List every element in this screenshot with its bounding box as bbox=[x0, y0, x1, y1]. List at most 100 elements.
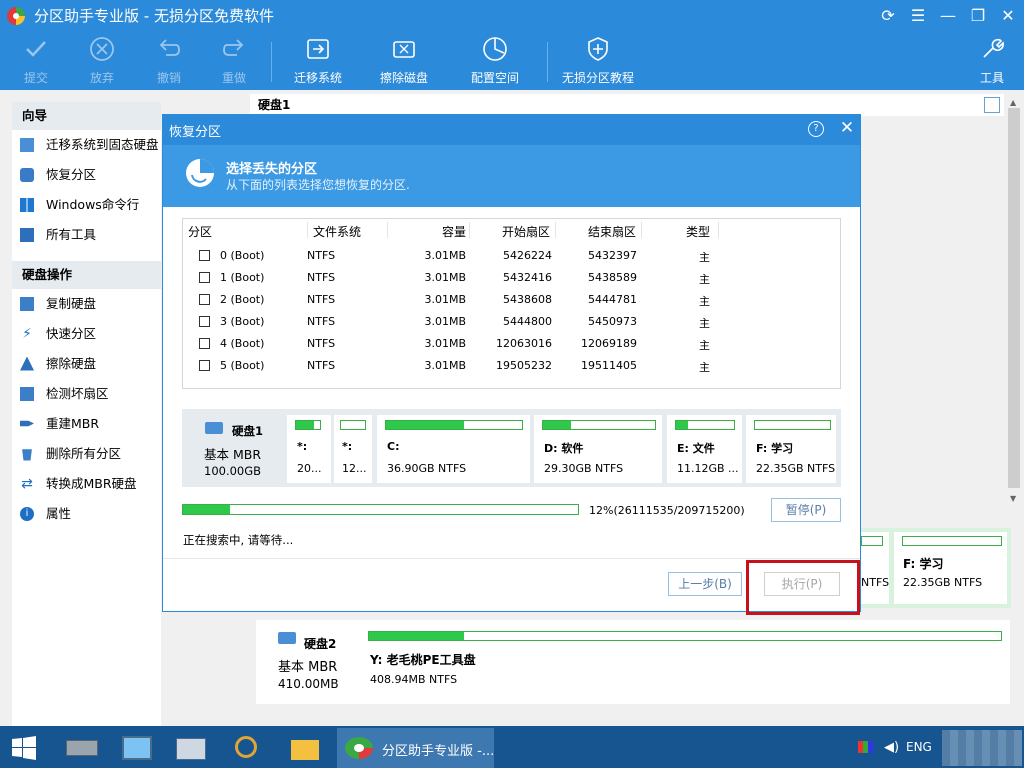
table-row[interactable]: 4 (Boot) NTFS 3.01MB 12063016 12069189 主 bbox=[183, 332, 840, 354]
col-filesystem[interactable]: 文件系统 bbox=[313, 223, 361, 240]
partition-info: 11.12GB ... bbox=[677, 462, 739, 475]
partition-label: E: 文件 bbox=[677, 442, 715, 455]
cell-start-sector: 5426224 bbox=[503, 249, 552, 262]
sidebar-item-delete-all-partitions[interactable]: 删除所有分区 bbox=[20, 443, 121, 465]
table-row[interactable]: 3 (Boot) NTFS 3.01MB 5444800 5450973 主 bbox=[183, 310, 840, 332]
sidebar-item-recover-partition[interactable]: 恢复分区 bbox=[20, 164, 96, 186]
partition-cell[interactable]: *: 20... bbox=[287, 415, 331, 483]
table-row[interactable]: 5 (Boot) NTFS 3.01MB 19505232 19511405 主 bbox=[183, 354, 840, 376]
allocate-space-button[interactable]: 配置空间 bbox=[465, 32, 525, 90]
cell-start-sector: 5438608 bbox=[503, 293, 552, 306]
cell-start-sector: 5444800 bbox=[503, 315, 552, 328]
taskbar-computer-icon[interactable] bbox=[116, 730, 156, 766]
row-checkbox[interactable] bbox=[199, 294, 210, 305]
col-partition[interactable]: 分区 bbox=[188, 223, 212, 240]
info-icon: i bbox=[20, 506, 34, 521]
partition-info: 20... bbox=[297, 462, 322, 475]
bg-partition-cell-f[interactable]: F: 学习 22.35GB NTFS bbox=[894, 532, 1007, 604]
tray-volume-icon[interactable]: ◀) bbox=[884, 740, 899, 755]
disk2-size: 410.00MB bbox=[278, 677, 339, 691]
redo-label: 重做 bbox=[221, 71, 246, 85]
table-row[interactable]: 2 (Boot) NTFS 3.01MB 5438608 5444781 主 bbox=[183, 288, 840, 310]
allocate-label: 配置空间 bbox=[470, 71, 519, 85]
windows-start-icon[interactable] bbox=[12, 736, 36, 760]
sidebar-item-label: Windows命令行 bbox=[46, 197, 140, 212]
sidebar-item-label: 擦除硬盘 bbox=[46, 356, 97, 371]
scroll-down-icon[interactable]: ▼ bbox=[1010, 494, 1016, 503]
sidebar-item-copy-disk[interactable]: 复制硬盘 bbox=[20, 293, 96, 315]
commit-button[interactable]: 提交 bbox=[12, 32, 60, 90]
column-separator bbox=[387, 222, 388, 238]
refresh-icon[interactable]: ⟳ bbox=[877, 5, 899, 27]
partition-bar bbox=[295, 420, 321, 430]
tools-button[interactable]: 工具 bbox=[970, 32, 1014, 90]
discard-button[interactable]: 放弃 bbox=[78, 32, 126, 90]
cell-capacity: 3.01MB bbox=[424, 315, 466, 328]
partition-cell[interactable]: D: 软件 29.30GB NTFS bbox=[534, 415, 662, 483]
view-toggle-icon[interactable] bbox=[984, 97, 1000, 113]
sidebar-item-wipe-disk[interactable]: 擦除硬盘 bbox=[20, 353, 96, 375]
disk2-type: 基本 MBR bbox=[278, 660, 338, 675]
sidebar-item-label: 所有工具 bbox=[46, 227, 97, 242]
row-checkbox[interactable] bbox=[199, 272, 210, 283]
sidebar-item-quick-partition[interactable]: ⚡ 快速分区 bbox=[20, 323, 96, 345]
taskbar-keyboard-icon[interactable] bbox=[170, 730, 210, 766]
tray-display-icon[interactable] bbox=[858, 741, 873, 753]
disk1-type: 基本 MBR bbox=[204, 447, 262, 462]
close-window-button[interactable]: ✕ bbox=[997, 5, 1019, 27]
scroll-up-icon[interactable]: ▲ bbox=[1010, 98, 1016, 107]
dialog-title: 恢复分区 bbox=[169, 125, 222, 140]
pause-button[interactable]: 暂停(P) bbox=[771, 498, 841, 522]
taskbar-folder-icon[interactable] bbox=[285, 730, 325, 766]
table-row[interactable]: 1 (Boot) NTFS 3.01MB 5432416 5438589 主 bbox=[183, 266, 840, 288]
sidebar-item-check-bad-sectors[interactable]: 检测坏扇区 bbox=[20, 383, 109, 405]
partition-bar bbox=[542, 420, 656, 430]
partition-cell[interactable]: C: 36.90GB NTFS bbox=[377, 415, 530, 483]
tray-clock[interactable] bbox=[942, 730, 1022, 766]
partition-cell[interactable]: *: 12... bbox=[334, 415, 372, 483]
disk2-partition-cell[interactable]: Y: 老毛桃PE工具盘 408.94MB NTFS bbox=[361, 626, 1007, 702]
row-checkbox[interactable] bbox=[199, 338, 210, 349]
cell-end-sector: 5450973 bbox=[588, 315, 637, 328]
row-checkbox[interactable] bbox=[199, 250, 210, 261]
disk1-info[interactable]: 硬盘1 基本 MBR 100.00GB bbox=[188, 415, 282, 483]
scroll-thumb[interactable] bbox=[1008, 108, 1020, 488]
minimize-button[interactable]: — bbox=[937, 5, 959, 27]
row-checkbox[interactable] bbox=[199, 360, 210, 371]
col-type[interactable]: 类型 bbox=[686, 223, 710, 240]
taskbar-chip-icon[interactable] bbox=[60, 730, 100, 766]
restore-button[interactable]: ❐ bbox=[967, 5, 989, 27]
col-start-sector[interactable]: 开始扇区 bbox=[502, 223, 550, 240]
sidebar-item-all-tools[interactable]: 所有工具 bbox=[20, 224, 96, 246]
disk2-partition-label: Y: 老毛桃PE工具盘 bbox=[370, 653, 476, 667]
col-capacity[interactable]: 容量 bbox=[442, 223, 466, 240]
taskbar-search-icon[interactable] bbox=[227, 730, 267, 766]
cancel-circle-icon bbox=[90, 37, 114, 61]
tutorial-button[interactable]: 无损分区教程 bbox=[558, 32, 638, 90]
menu-icon[interactable]: ☰ bbox=[907, 5, 929, 27]
row-checkbox[interactable] bbox=[199, 316, 210, 327]
cell-filesystem: NTFS bbox=[307, 337, 336, 350]
wipe-disk-button[interactable]: 擦除磁盘 bbox=[374, 32, 434, 90]
help-icon[interactable]: ? bbox=[808, 121, 824, 137]
column-separator bbox=[641, 222, 642, 238]
undo-button[interactable]: 撤销 bbox=[145, 32, 193, 90]
sidebar-item-properties[interactable]: i 属性 bbox=[20, 503, 71, 525]
sidebar-item-windows-cmd[interactable]: Windows命令行 bbox=[20, 194, 139, 216]
tray-language[interactable]: ENG bbox=[906, 740, 932, 754]
bg-partition-cell[interactable]: NTFS bbox=[861, 532, 889, 604]
cell-partition: 4 (Boot) bbox=[220, 337, 265, 350]
table-row[interactable]: 0 (Boot) NTFS 3.01MB 5426224 5432397 主 bbox=[183, 244, 840, 266]
redo-button[interactable]: 重做 bbox=[210, 32, 258, 90]
back-button[interactable]: 上一步(B) bbox=[668, 572, 742, 596]
col-end-sector[interactable]: 结束扇区 bbox=[588, 223, 636, 240]
dialog-close-button[interactable]: ✕ bbox=[838, 117, 856, 139]
migrate-os-button[interactable]: 迁移系统 bbox=[288, 32, 348, 90]
sidebar-item-migrate-ssd[interactable]: 迁移系统到固态硬盘 bbox=[20, 134, 159, 156]
scrollbar[interactable]: ▲ ▼ bbox=[1006, 94, 1022, 508]
sidebar-item-rebuild-mbr[interactable]: 重建MBR bbox=[20, 413, 99, 435]
partition-cell[interactable]: F: 学习 22.35GB NTFS bbox=[746, 415, 836, 483]
partition-cell[interactable]: E: 文件 11.12GB ... bbox=[667, 415, 742, 483]
sidebar-item-convert-mbr[interactable]: ⇄ 转换成MBR硬盘 bbox=[20, 473, 136, 495]
sidebar-item-label: 重建MBR bbox=[46, 416, 100, 431]
